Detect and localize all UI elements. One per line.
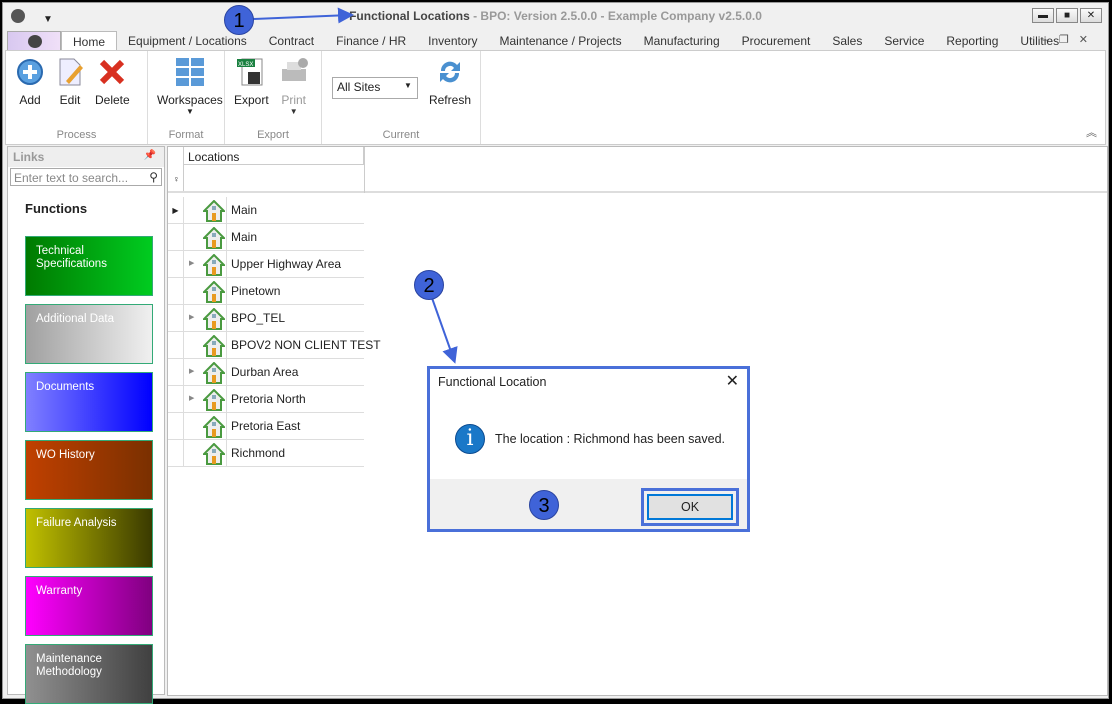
functional-location-dialog: Functional Location ✕ i The location : R…: [427, 366, 750, 532]
dialog-message: The location : Richmond has been saved.: [495, 432, 725, 446]
ok-button[interactable]: OK: [647, 494, 733, 520]
info-icon: i: [455, 424, 485, 454]
ok-highlight: OK: [641, 488, 739, 526]
annotation-arrows: [252, 7, 636, 513]
callout-2: 2: [414, 270, 444, 300]
dialog-close-icon[interactable]: ✕: [726, 371, 739, 391]
arrow-1: [252, 7, 354, 24]
callout-1: 1: [224, 5, 254, 35]
callout-3: 3: [529, 490, 559, 520]
dialog-title: Functional Location: [438, 375, 547, 389]
arrow-2: [431, 297, 458, 364]
